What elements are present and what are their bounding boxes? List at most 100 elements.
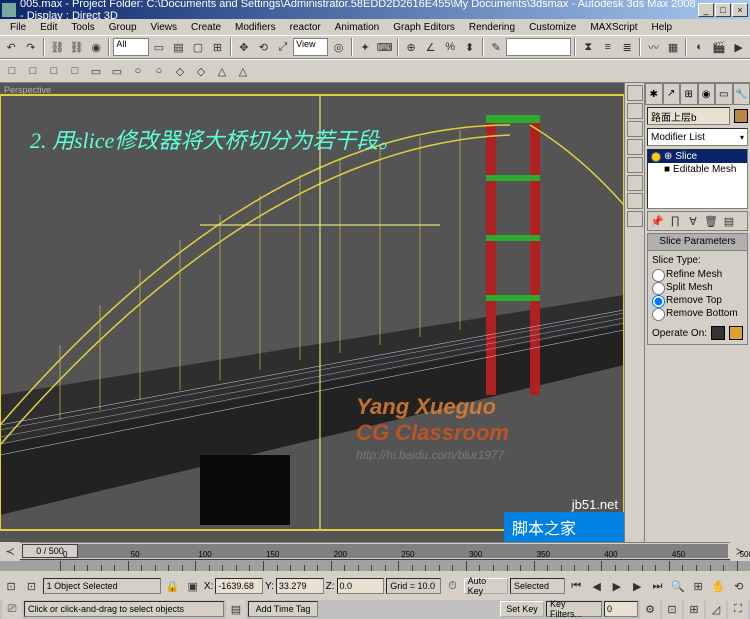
- curve-editor-icon[interactable]: 〰: [644, 37, 662, 57]
- reactor-icon[interactable]: ○: [149, 61, 169, 81]
- named-sets-list[interactable]: [506, 38, 571, 56]
- reactor-icon[interactable]: △: [233, 61, 253, 81]
- material-editor-icon[interactable]: ◐: [690, 37, 708, 57]
- stack-item-slice[interactable]: ⊕ Slice: [648, 150, 747, 163]
- side-tool-icon[interactable]: [627, 139, 643, 155]
- rotate-icon[interactable]: ⟲: [254, 37, 272, 57]
- zoomext-all-icon[interactable]: ⊞: [684, 599, 704, 619]
- stack-item-editable-mesh[interactable]: ■ Editable Mesh: [648, 163, 747, 176]
- mirror-icon[interactable]: ⧗: [579, 37, 597, 57]
- operate-on-poly-icon[interactable]: [729, 326, 743, 340]
- menu-rendering[interactable]: Rendering: [463, 21, 521, 34]
- key-filters-button[interactable]: Key Filters...: [546, 601, 602, 617]
- side-tool-icon[interactable]: [627, 121, 643, 137]
- ref-coord-system[interactable]: View: [293, 38, 328, 56]
- side-tool-icon[interactable]: [627, 193, 643, 209]
- time-prev-icon[interactable]: ≺: [0, 541, 20, 561]
- zoomext-icon[interactable]: ⊡: [662, 599, 682, 619]
- zoom-all-icon[interactable]: ⊞: [689, 576, 707, 596]
- side-tool-icon[interactable]: [627, 157, 643, 173]
- maximize-button[interactable]: □: [715, 3, 731, 17]
- menu-grapheditors[interactable]: Graph Editors: [387, 21, 461, 34]
- play-start-icon[interactable]: ⏮: [567, 576, 585, 596]
- lock-icon[interactable]: 🔒: [163, 576, 181, 596]
- opt-remove-bottom[interactable]: Remove Bottom: [652, 307, 743, 320]
- unlink-icon[interactable]: ⛓: [67, 37, 85, 57]
- tab-motion[interactable]: ◉: [698, 83, 716, 104]
- remove-modifier-icon[interactable]: 🗑: [703, 213, 719, 229]
- render-scene-icon[interactable]: 🎬: [710, 37, 728, 57]
- menu-reactor[interactable]: reactor: [284, 21, 327, 34]
- reactor-icon[interactable]: □: [65, 61, 85, 81]
- modifier-stack[interactable]: ⊕ Slice ■ Editable Mesh: [647, 149, 748, 209]
- time-slider[interactable]: 0 / 500: [22, 544, 728, 558]
- reactor-icon[interactable]: □: [2, 61, 22, 81]
- add-time-tag[interactable]: Add Time Tag: [248, 601, 318, 617]
- percent-snap-icon[interactable]: %: [441, 37, 459, 57]
- play-end-icon[interactable]: ⏭: [648, 576, 666, 596]
- object-color-swatch[interactable]: [734, 109, 748, 123]
- coord-x[interactable]: -1639.68: [215, 578, 263, 594]
- link-icon[interactable]: ⛓: [48, 37, 66, 57]
- keymode-icon[interactable]: ⌨: [375, 37, 393, 57]
- close-button[interactable]: ×: [732, 3, 748, 17]
- side-tool-icon[interactable]: [627, 211, 643, 227]
- time-thumb[interactable]: 0 / 500: [22, 544, 78, 558]
- minimize-button[interactable]: _: [698, 3, 714, 17]
- side-tool-icon[interactable]: [627, 85, 643, 101]
- play-prev-icon[interactable]: ◀: [587, 576, 605, 596]
- spinner-snap-icon[interactable]: ⬍: [460, 37, 478, 57]
- key-selected[interactable]: Selected: [510, 578, 565, 594]
- scale-icon[interactable]: ⤢: [274, 37, 292, 57]
- side-tool-icon[interactable]: [627, 103, 643, 119]
- named-sets-icon[interactable]: ✎: [487, 37, 505, 57]
- redo-icon[interactable]: ↷: [21, 37, 39, 57]
- menu-edit[interactable]: Edit: [34, 21, 63, 34]
- reactor-icon[interactable]: ▭: [107, 61, 127, 81]
- time-configuration-icon[interactable]: ⚙: [640, 599, 660, 619]
- pin-stack-icon[interactable]: 📌: [649, 213, 665, 229]
- menu-maxscript[interactable]: MAXScript: [584, 21, 643, 34]
- window-crossing-icon[interactable]: ⊞: [208, 37, 226, 57]
- show-end-result-icon[interactable]: ∏: [667, 213, 683, 229]
- angle-snap-icon[interactable]: ∠: [421, 37, 439, 57]
- current-frame-field[interactable]: 0: [604, 601, 638, 617]
- manipulate-icon[interactable]: ✦: [356, 37, 374, 57]
- snap-icon[interactable]: ⊕: [402, 37, 420, 57]
- menu-animation[interactable]: Animation: [329, 21, 385, 34]
- menu-group[interactable]: Group: [103, 21, 143, 34]
- undo-icon[interactable]: ↶: [2, 37, 20, 57]
- reactor-icon[interactable]: ◇: [170, 61, 190, 81]
- make-unique-icon[interactable]: ∀: [685, 213, 701, 229]
- tab-hierarchy[interactable]: ⊞: [680, 83, 698, 104]
- time-config-icon[interactable]: ⏱: [443, 576, 461, 596]
- modifier-list-dropdown[interactable]: Modifier List: [647, 128, 748, 146]
- bind-icon[interactable]: ◉: [87, 37, 105, 57]
- script-icon[interactable]: ⎚: [2, 599, 22, 619]
- reactor-icon[interactable]: ◇: [191, 61, 211, 81]
- lock-selection-icon[interactable]: ⊡: [2, 576, 20, 596]
- rollout-header[interactable]: Slice Parameters: [647, 233, 748, 251]
- select-icon[interactable]: ▭: [150, 37, 168, 57]
- arc-rotate-icon[interactable]: ⟲: [730, 576, 748, 596]
- reactor-icon[interactable]: ▭: [86, 61, 106, 81]
- side-tool-icon[interactable]: [627, 175, 643, 191]
- play-next-icon[interactable]: ▶: [628, 576, 646, 596]
- setkey-button[interactable]: Set Key: [500, 601, 544, 617]
- opt-refine-mesh[interactable]: Refine Mesh: [652, 268, 743, 281]
- maximize-viewport-icon[interactable]: ⛶: [728, 599, 748, 619]
- tab-create[interactable]: ✱: [645, 83, 663, 104]
- autokey-button[interactable]: Auto Key: [464, 578, 508, 594]
- reactor-icon[interactable]: ○: [128, 61, 148, 81]
- listener-icon[interactable]: ▤: [226, 599, 246, 619]
- isolate-icon[interactable]: ▣: [184, 576, 202, 596]
- menu-help[interactable]: Help: [646, 21, 679, 34]
- time-ruler[interactable]: [0, 559, 750, 571]
- fov-icon[interactable]: ◿: [706, 599, 726, 619]
- tab-utilities[interactable]: 🔧: [733, 83, 750, 104]
- align-icon[interactable]: ≡: [598, 37, 616, 57]
- select-region-icon[interactable]: ▢: [189, 37, 207, 57]
- reactor-icon[interactable]: □: [44, 61, 64, 81]
- schematic-icon[interactable]: ▦: [664, 37, 682, 57]
- operate-on-mesh-icon[interactable]: [711, 326, 725, 340]
